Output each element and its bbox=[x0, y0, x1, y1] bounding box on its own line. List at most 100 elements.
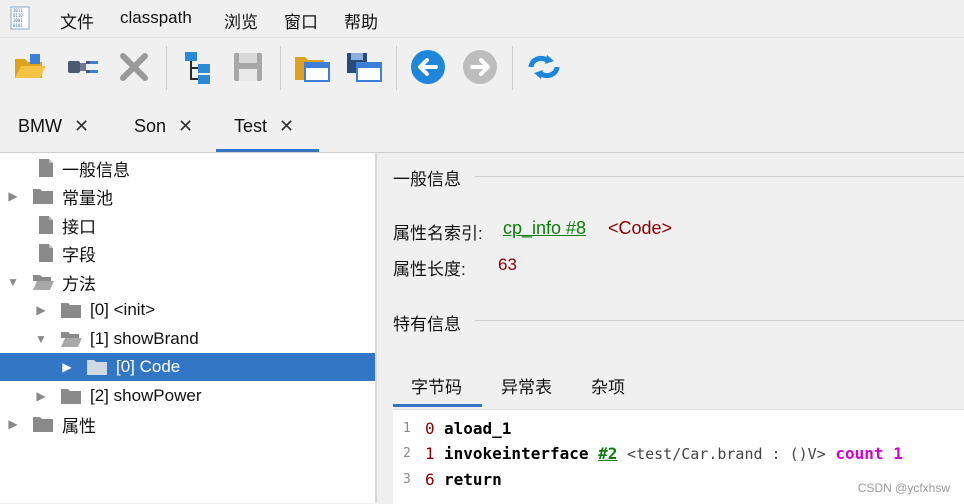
class-tree: 一般信息 ▶ 常量池 接口 字段 ▼ 方法 ▶ [0] <init> ▼ [1]… bbox=[0, 153, 375, 503]
tree-item-attributes[interactable]: ▶ 属性 bbox=[0, 410, 375, 438]
plugin-button[interactable] bbox=[62, 47, 102, 87]
tree-item-label: 方法 bbox=[62, 274, 96, 294]
section-title-specific: 特有信息 bbox=[393, 315, 461, 334]
line-number: 3 bbox=[403, 471, 411, 487]
close-tab-icon[interactable]: ✕ bbox=[74, 116, 89, 137]
tab-bmw[interactable]: BMW ✕ bbox=[18, 100, 89, 152]
instruction: return bbox=[444, 469, 502, 489]
cp-info-link[interactable]: cp_info #8 bbox=[503, 218, 586, 239]
tree-item-methods[interactable]: ▼ 方法 bbox=[0, 268, 375, 296]
menu-browse[interactable]: 浏览 bbox=[224, 8, 258, 33]
back-button[interactable] bbox=[408, 47, 448, 87]
watermark: CSDN @ycfxhsw bbox=[857, 481, 950, 495]
detail-panel: 一般信息 属性名索引: cp_info #8 <Code> 属性长度: 63 特… bbox=[377, 153, 964, 504]
tab-test[interactable]: Test ✕ bbox=[216, 100, 319, 152]
open-folder-icon bbox=[61, 332, 82, 347]
open-window-button[interactable] bbox=[292, 47, 332, 87]
instruction: aload_1 bbox=[444, 418, 512, 438]
refresh-button[interactable] bbox=[524, 47, 564, 87]
open-folder-button[interactable] bbox=[10, 47, 50, 87]
expand-arrow-icon[interactable]: ▶ bbox=[60, 360, 74, 374]
menu-file[interactable]: 文件 bbox=[60, 8, 94, 33]
tree-item-interfaces[interactable]: 接口 bbox=[0, 211, 375, 239]
tree-item-label: 常量池 bbox=[62, 188, 113, 208]
tree-item-label: 一般信息 bbox=[62, 160, 130, 180]
app-icon: 1011011010010101 bbox=[10, 6, 30, 30]
tree-button[interactable] bbox=[178, 47, 218, 87]
tab-label: BMW bbox=[18, 115, 62, 136]
tree-item-general-info[interactable]: 一般信息 bbox=[0, 154, 375, 182]
open-folder-icon bbox=[33, 275, 54, 290]
tree-item-fields[interactable]: 字段 bbox=[0, 239, 375, 267]
folder-icon bbox=[33, 417, 53, 432]
length-value: 63 bbox=[498, 255, 517, 274]
toolbar-separator bbox=[166, 46, 167, 90]
active-subtab-indicator bbox=[393, 404, 482, 407]
menu-help[interactable]: 帮助 bbox=[344, 8, 378, 33]
subtab-bytecode[interactable]: 字节码 bbox=[411, 373, 462, 398]
bytecode-offset: 0 bbox=[425, 418, 435, 438]
tree-item-method-showpower[interactable]: ▶ [2] showPower bbox=[0, 382, 375, 410]
tree-item-label: [2] showPower bbox=[90, 386, 202, 405]
expand-arrow-icon[interactable]: ▶ bbox=[34, 389, 48, 403]
name-index-label: 属性名索引: bbox=[393, 224, 483, 243]
svg-text:0101: 0101 bbox=[13, 23, 23, 28]
close-button[interactable] bbox=[114, 47, 154, 87]
tree-item-code[interactable]: ▶ [0] Code bbox=[0, 353, 375, 381]
bytecode-offset: 1 bbox=[425, 443, 435, 463]
line-number: 1 bbox=[403, 420, 411, 436]
forward-arrow-icon bbox=[463, 50, 497, 84]
menu-window[interactable]: 窗口 bbox=[284, 8, 318, 33]
expand-arrow-icon[interactable]: ▶ bbox=[34, 303, 48, 317]
subtab-misc[interactable]: 杂项 bbox=[591, 373, 625, 398]
expand-arrow-icon[interactable]: ▶ bbox=[6, 189, 20, 203]
folder-icon bbox=[33, 189, 53, 204]
section-title-general: 一般信息 bbox=[393, 170, 461, 189]
menu-classpath[interactable]: classpath bbox=[120, 8, 192, 28]
expand-arrow-icon[interactable]: ▶ bbox=[6, 417, 20, 431]
close-tab-icon[interactable]: ✕ bbox=[279, 116, 294, 137]
tree-item-label: 字段 bbox=[62, 245, 96, 265]
divider bbox=[475, 320, 964, 321]
collapse-arrow-icon[interactable]: ▼ bbox=[34, 332, 48, 346]
tree-item-label: [0] <init> bbox=[90, 300, 156, 319]
tree-item-label: [1] showBrand bbox=[90, 329, 199, 348]
subtab-exception-table[interactable]: 异常表 bbox=[501, 373, 552, 398]
tab-bar: BMW ✕ Son ✕ Test ✕ bbox=[0, 100, 964, 153]
folder-icon bbox=[87, 360, 107, 375]
constant-ref-link[interactable]: #2 bbox=[598, 444, 617, 463]
file-icon bbox=[39, 216, 53, 234]
folder-icon bbox=[61, 389, 81, 404]
open-window-icon bbox=[295, 57, 330, 82]
save-disk-icon bbox=[234, 53, 262, 81]
toolbar-separator bbox=[396, 46, 397, 90]
close-tab-icon[interactable]: ✕ bbox=[178, 116, 193, 137]
tab-son[interactable]: Son ✕ bbox=[134, 100, 193, 152]
method-descriptor: <test/Car.brand : ()V> bbox=[627, 444, 826, 463]
collapse-arrow-icon[interactable]: ▼ bbox=[6, 275, 20, 289]
save-button[interactable] bbox=[228, 47, 268, 87]
count-keyword: count bbox=[835, 443, 884, 463]
back-arrow-icon bbox=[411, 50, 445, 84]
close-x-icon bbox=[120, 53, 148, 81]
toolbar-separator bbox=[512, 46, 513, 90]
name-index-value: <Code> bbox=[608, 218, 673, 238]
save-window-button[interactable] bbox=[344, 47, 384, 87]
count-value: 1 bbox=[893, 443, 903, 463]
tree-item-label: 接口 bbox=[62, 217, 96, 237]
save-window-icon bbox=[347, 53, 382, 82]
forward-button[interactable] bbox=[460, 47, 500, 87]
tab-label: Son bbox=[134, 115, 167, 136]
folder-icon bbox=[61, 303, 81, 318]
file-icon bbox=[39, 244, 53, 262]
tree-icon bbox=[185, 52, 210, 84]
refresh-icon bbox=[528, 55, 560, 79]
instruction: invokeinterface bbox=[444, 443, 589, 463]
tree-item-constant-pool[interactable]: ▶ 常量池 bbox=[0, 182, 375, 210]
code-line: 1 0 aload_1 bbox=[393, 416, 964, 440]
tree-item-method-showbrand[interactable]: ▼ [1] showBrand bbox=[0, 325, 375, 353]
plugin-icon bbox=[68, 61, 98, 73]
toolbar bbox=[0, 37, 964, 98]
tree-item-method-init[interactable]: ▶ [0] <init> bbox=[0, 296, 375, 324]
open-folder-icon bbox=[15, 54, 46, 78]
